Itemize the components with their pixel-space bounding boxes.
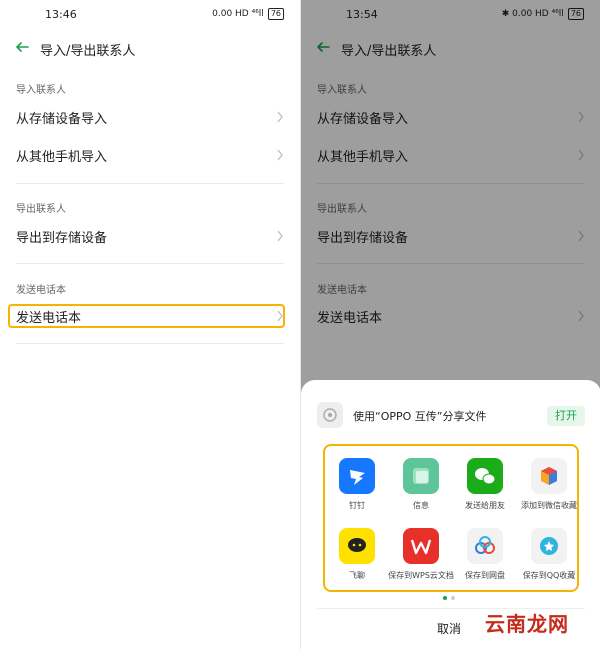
open-button[interactable]: 打开 [547,406,585,426]
chevron-right-icon [277,111,283,123]
battery-icon: 76 [267,8,284,20]
chevron-right-icon [578,149,584,161]
section-label-send: 发送电话本 [317,285,367,296]
row-label: 从其他手机导入 [317,150,409,165]
section-label-import: 导入联系人 [16,85,66,96]
status-icons: 0.00 HD ⁴⁶ll 76 [212,8,284,20]
title-bar: 导入/导出联系人 [301,36,600,62]
netdisk-icon [467,528,503,564]
wechat-icon [467,458,503,494]
divider [317,263,585,264]
signal-icon: ✱ 0.00 HD ⁴⁶ll [501,9,564,19]
share-sheet: 使用“OPPO 互传”分享文件 打开 钉钉 信息 发送给朋友 添加到微信收藏 飞… [301,380,600,649]
page-dot-active [443,596,447,600]
section-label-send: 发送电话本 [16,285,66,296]
right-screen: 13:54 ✱ 0.00 HD ⁴⁶ll 76 导入/导出联系人 导入联系人 从… [300,0,600,649]
divider [16,183,284,184]
oppo-share-icon [317,402,343,428]
back-arrow-icon[interactable] [14,39,30,55]
status-bar: 13:46 0.00 HD ⁴⁶ll 76 [0,0,300,30]
oppo-share-text: 使用“OPPO 互传”分享文件 [353,410,487,423]
section-label-export: 导出联系人 [317,204,367,215]
status-time: 13:46 [45,8,77,21]
chevron-right-icon [578,111,584,123]
row-label: 从其他手机导入 [16,150,108,165]
cancel-button[interactable]: 取消 [437,620,461,637]
dingtalk-icon [339,458,375,494]
divider [16,263,284,264]
watermark-logo: 云南龙网 [485,612,569,636]
left-screen: 13:46 0.00 HD ⁴⁶ll 76 导入/导出联系人 导入联系人 从存储… [0,0,300,649]
highlight-box [8,304,285,328]
status-bar: 13:54 ✱ 0.00 HD ⁴⁶ll 76 [301,0,600,30]
row-import-from-other-phone[interactable]: 从其他手机导入 [301,138,600,172]
share-target-dingtalk[interactable]: 钉钉 [325,450,389,516]
qq-favorites-icon [531,528,567,564]
page-indicator [443,596,459,602]
divider [16,343,284,344]
app-grid: 钉钉 信息 发送给朋友 添加到微信收藏 飞聊 保存到WPS云文档 保存到网盘 保… [323,444,579,592]
row-export-to-storage[interactable]: 导出到存储设备 [0,219,300,253]
page-title: 导入/导出联系人 [341,44,437,59]
share-target-qq-favorites[interactable]: 保存到QQ收藏 [517,520,581,586]
battery-icon: 76 [567,8,584,20]
wps-icon [403,528,439,564]
divider [317,183,585,184]
row-label: 导出到存储设备 [317,231,409,246]
chevron-right-icon [578,310,584,322]
title-bar: 导入/导出联系人 [0,36,300,62]
share-target-messages[interactable]: 信息 [389,450,453,516]
chevron-right-icon [277,149,283,161]
app-label: 保存到QQ收藏 [522,571,576,580]
row-export-to-storage[interactable]: 导出到存储设备 [301,219,600,253]
row-label: 从存储设备导入 [16,112,108,127]
signal-icon: 0.00 HD ⁴⁶ll [212,9,264,19]
row-label: 发送电话本 [317,311,383,326]
row-import-from-storage[interactable]: 从存储设备导入 [301,100,600,134]
status-icons: ✱ 0.00 HD ⁴⁶ll 76 [502,8,584,20]
share-target-feiliao[interactable]: 飞聊 [325,520,389,586]
share-target-wechat-favorites[interactable]: 添加到微信收藏 [517,450,581,516]
row-send-phonebook[interactable]: 发送电话本 [301,299,600,333]
messages-icon [403,458,439,494]
share-target-wechat-friend[interactable]: 发送给朋友 [453,450,517,516]
section-label-import: 导入联系人 [317,85,367,96]
row-label: 导出到存储设备 [16,231,108,246]
page-dot [451,596,455,600]
wechat-favorites-icon [531,458,567,494]
chevron-right-icon [578,230,584,242]
app-label: 添加到微信收藏 [521,501,577,510]
feiliao-icon [339,528,375,564]
share-target-wps[interactable]: 保存到WPS云文档 [388,520,454,586]
oppo-share-row[interactable]: 使用“OPPO 互传”分享文件 打开 [317,402,585,432]
page-title: 导入/导出联系人 [40,44,136,59]
section-label-export: 导出联系人 [16,204,66,215]
row-label: 从存储设备导入 [317,112,409,127]
row-import-from-other-phone[interactable]: 从其他手机导入 [0,138,300,172]
share-target-netdisk[interactable]: 保存到网盘 [453,520,517,586]
status-time: 13:54 [346,8,378,21]
back-arrow-icon[interactable] [315,39,331,55]
row-import-from-storage[interactable]: 从存储设备导入 [0,100,300,134]
chevron-right-icon [277,230,283,242]
